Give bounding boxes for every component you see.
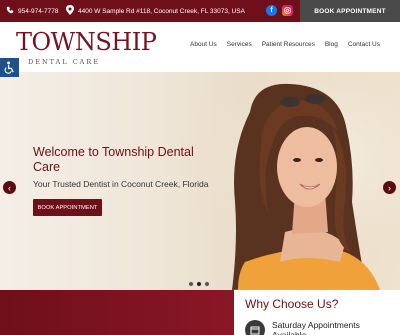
nav-contact-us[interactable]: Contact Us xyxy=(348,41,380,48)
nav-services[interactable]: Services xyxy=(227,41,252,48)
site-header: TOWNSHIP DENTAL CARE About Us Services P… xyxy=(0,22,400,72)
hero-subtitle: Your Trusted Dentist in Coconut Creek, F… xyxy=(33,179,209,189)
top-bar: 954-974-7778 4400 W Sample Rd #118, Coco… xyxy=(0,0,400,22)
top-book-appointment-button[interactable]: BOOK APPOINTMENT xyxy=(300,0,400,22)
hero-slider: Welcome to Township Dental Care Your Tru… xyxy=(0,72,400,290)
nav-patient-resources[interactable]: Patient Resources xyxy=(262,41,315,48)
chevron-right-icon: › xyxy=(388,182,391,193)
accessibility-icon xyxy=(4,61,14,74)
location-pin-icon xyxy=(66,5,74,17)
accessibility-button[interactable] xyxy=(0,58,19,77)
slider-dot-2[interactable] xyxy=(197,282,201,286)
phone-icon xyxy=(6,6,14,16)
logo-sub-text: DENTAL CARE xyxy=(28,58,101,66)
address-text: 4400 W Sample Rd #118, Coconut Creek, FL… xyxy=(78,7,245,15)
why-choose-us-heading: Why Choose Us? xyxy=(245,297,339,311)
slider-dot-3[interactable] xyxy=(205,282,209,286)
slider-prev-button[interactable]: ‹ xyxy=(3,181,16,194)
phone-number: 954-974-7778 xyxy=(18,7,59,15)
logo[interactable]: TOWNSHIP DENTAL CARE xyxy=(16,26,157,68)
chevron-left-icon: ‹ xyxy=(8,182,11,193)
facebook-icon[interactable]: f xyxy=(266,5,277,16)
hero-title: Welcome to Township Dental Care xyxy=(33,145,194,174)
address-link[interactable]: 4400 W Sample Rd #118, Coconut Creek, FL… xyxy=(66,0,245,22)
slider-dot-1[interactable] xyxy=(189,282,193,286)
calendar-icon xyxy=(245,320,265,335)
phone-link[interactable]: 954-974-7778 xyxy=(6,0,58,22)
slider-next-button[interactable]: › xyxy=(383,181,396,194)
instagram-icon[interactable] xyxy=(282,5,293,16)
nav-about-us[interactable]: About Us xyxy=(190,41,217,48)
hero-book-appointment-button[interactable]: BOOK APPOINTMENT xyxy=(33,199,102,216)
saturday-appointments-text: Saturday Appointments Available xyxy=(272,320,360,335)
maroon-panel xyxy=(0,290,234,335)
logo-main-text: TOWNSHIP xyxy=(16,28,157,56)
slider-dots xyxy=(189,282,209,286)
nav-blog[interactable]: Blog xyxy=(325,41,338,48)
main-nav: About Us Services Patient Resources Blog… xyxy=(190,41,380,48)
